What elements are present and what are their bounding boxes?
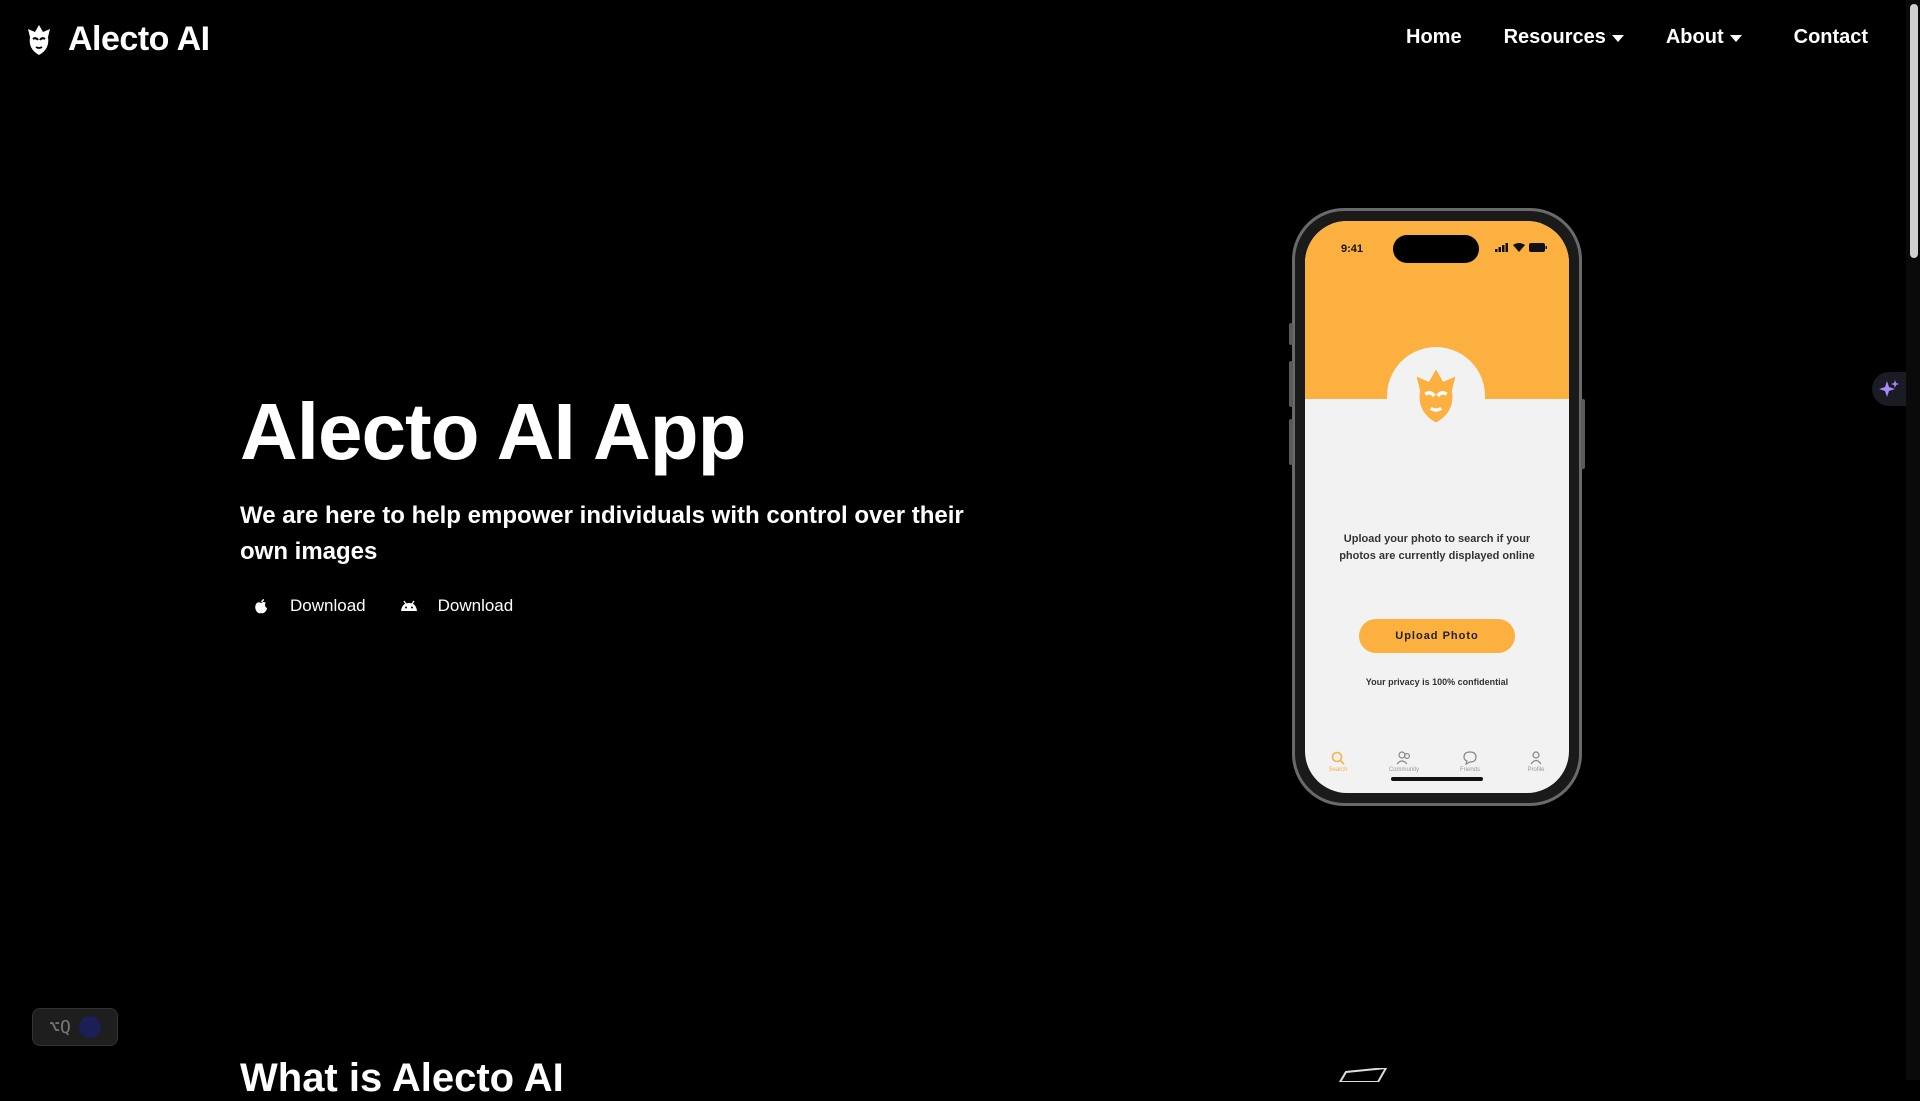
home-indicator <box>1391 777 1483 781</box>
upload-photo-button[interactable]: Upload Photo <box>1359 619 1515 653</box>
hero-title: Alecto AI App <box>240 387 747 476</box>
nav-about[interactable]: About <box>1666 26 1742 49</box>
ios-download-label: Download <box>290 596 366 615</box>
nav-resources[interactable]: Resources <box>1504 26 1624 49</box>
profile-icon <box>1530 751 1542 765</box>
chat-icon <box>1463 751 1477 765</box>
nav-home-label: Home <box>1406 26 1462 48</box>
ios-download-button[interactable]: Download <box>252 596 366 616</box>
search-icon <box>1331 751 1345 765</box>
hero-subtitle: We are here to help empower individuals … <box>240 502 964 565</box>
shortcut-label: ⌥Q <box>49 1016 71 1038</box>
caret-down-icon <box>1729 35 1742 42</box>
widget-status-icon <box>78 1016 101 1038</box>
phone-tab-label: Friends <box>1459 767 1480 773</box>
phone-tab-label: Search <box>1328 767 1348 773</box>
section-heading: What is Alecto AI <box>240 1056 564 1100</box>
nav-home[interactable]: Home <box>1406 26 1462 49</box>
phone-mockup: 9:41 Upload your photo to search if your… <box>1289 208 1585 806</box>
nav-about-label: About <box>1665 26 1724 48</box>
phone-tab-friends[interactable]: Friends <box>1440 751 1500 773</box>
phone-tab-community[interactable]: Community <box>1374 751 1434 773</box>
phone-side-button <box>1289 323 1293 345</box>
phone-screen: 9:41 Upload your photo to search if your… <box>1305 221 1569 793</box>
apple-icon <box>252 597 270 615</box>
community-icon <box>1396 751 1411 765</box>
app-logo-avatar <box>1387 347 1485 445</box>
scrollbar[interactable] <box>1906 0 1920 1080</box>
phone-tab-search[interactable]: Search <box>1308 751 1368 773</box>
alecto-face-logo-icon <box>28 24 50 55</box>
wifi-icon <box>1513 243 1525 252</box>
caret-down-icon <box>1611 35 1624 42</box>
upload-description: Upload your photo to search if your phot… <box>1339 533 1535 562</box>
status-time: 9:41 <box>1341 243 1364 255</box>
main-nav: Home Resources About Contact <box>1406 26 1868 49</box>
brand-name: Alecto AI <box>68 20 210 58</box>
nav-contact[interactable]: Contact <box>1794 26 1868 49</box>
battery-icon <box>1529 243 1547 252</box>
android-icon <box>400 597 418 615</box>
scrollbar-thumb[interactable] <box>1910 4 1918 258</box>
android-download-label: Download <box>437 596 514 615</box>
dynamic-island <box>1393 235 1479 263</box>
shortcut-widget[interactable]: ⌥Q <box>32 1008 118 1046</box>
brand[interactable]: Alecto AI <box>24 20 210 59</box>
phone-tab-bar: Search Community Friends Profile <box>1305 751 1569 773</box>
android-download-button[interactable]: Download <box>400 596 514 616</box>
phone-side-button <box>1581 399 1585 469</box>
ai-assistant-button[interactable] <box>1872 372 1906 406</box>
privacy-note: Your privacy is 100% confidential <box>1365 677 1509 687</box>
nav-contact-label: Contact <box>1793 26 1869 48</box>
signal-icon <box>1495 243 1508 252</box>
sparkle-icon <box>1879 380 1899 397</box>
phone-side-button <box>1289 361 1293 407</box>
phone-tab-profile[interactable]: Profile <box>1506 751 1566 773</box>
phone-tab-label: Community <box>1388 767 1420 773</box>
phone-side-button <box>1289 419 1293 465</box>
nav-resources-label: Resources <box>1503 26 1606 48</box>
status-icons <box>1495 243 1547 252</box>
download-buttons: Download Download <box>252 596 513 616</box>
alecto-face-logo-icon <box>1416 369 1456 423</box>
phone-tab-label: Profile <box>1527 767 1545 773</box>
